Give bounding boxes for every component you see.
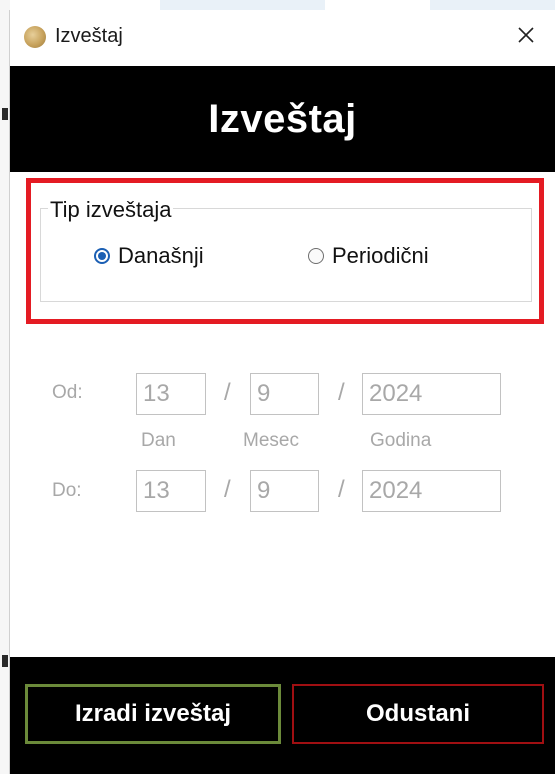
- radio-selected-icon: [94, 248, 110, 264]
- report-type-legend: Tip izveštaja: [48, 197, 174, 223]
- from-month-field[interactable]: 9: [250, 373, 319, 415]
- title-bar: Izveštaj: [10, 10, 555, 66]
- cancel-button[interactable]: Odustani: [292, 684, 544, 744]
- to-month-field[interactable]: 9: [250, 470, 319, 512]
- date-separator: /: [224, 379, 231, 406]
- background-fragment: [2, 108, 8, 120]
- to-year-field[interactable]: 2024: [362, 470, 501, 512]
- radio-periodic[interactable]: Periodični: [308, 243, 429, 269]
- year-caption: Godina: [370, 430, 432, 451]
- background-fragment: [160, 0, 325, 10]
- from-day-field[interactable]: 13: [136, 373, 206, 415]
- page-title: Izveštaj: [208, 96, 357, 141]
- radio-periodic-label: Periodični: [332, 243, 429, 268]
- report-dialog: Izveštaj Izveštaj Tip izveštaja Današnji…: [9, 10, 555, 774]
- background-fragment: [430, 0, 555, 10]
- header-band: Izveštaj: [10, 66, 555, 172]
- day-caption: Dan: [141, 430, 176, 451]
- to-day-field[interactable]: 13: [136, 470, 206, 512]
- close-icon: [518, 27, 534, 43]
- date-separator: /: [338, 379, 345, 406]
- radio-today[interactable]: Današnji: [94, 243, 204, 269]
- radio-today-label: Današnji: [118, 243, 204, 268]
- to-label: Do:: [52, 480, 82, 501]
- create-report-button[interactable]: Izradi izveštaj: [25, 684, 281, 744]
- radio-unselected-icon: [308, 248, 324, 264]
- month-caption: Mesec: [243, 430, 299, 451]
- coin-icon: [24, 26, 46, 48]
- close-button[interactable]: [511, 20, 541, 50]
- date-separator: /: [338, 476, 345, 503]
- date-separator: /: [224, 476, 231, 503]
- from-year-field[interactable]: 2024: [362, 373, 501, 415]
- background-fragment: [2, 655, 8, 667]
- window-title: Izveštaj: [55, 25, 123, 47]
- from-label: Od:: [52, 382, 83, 403]
